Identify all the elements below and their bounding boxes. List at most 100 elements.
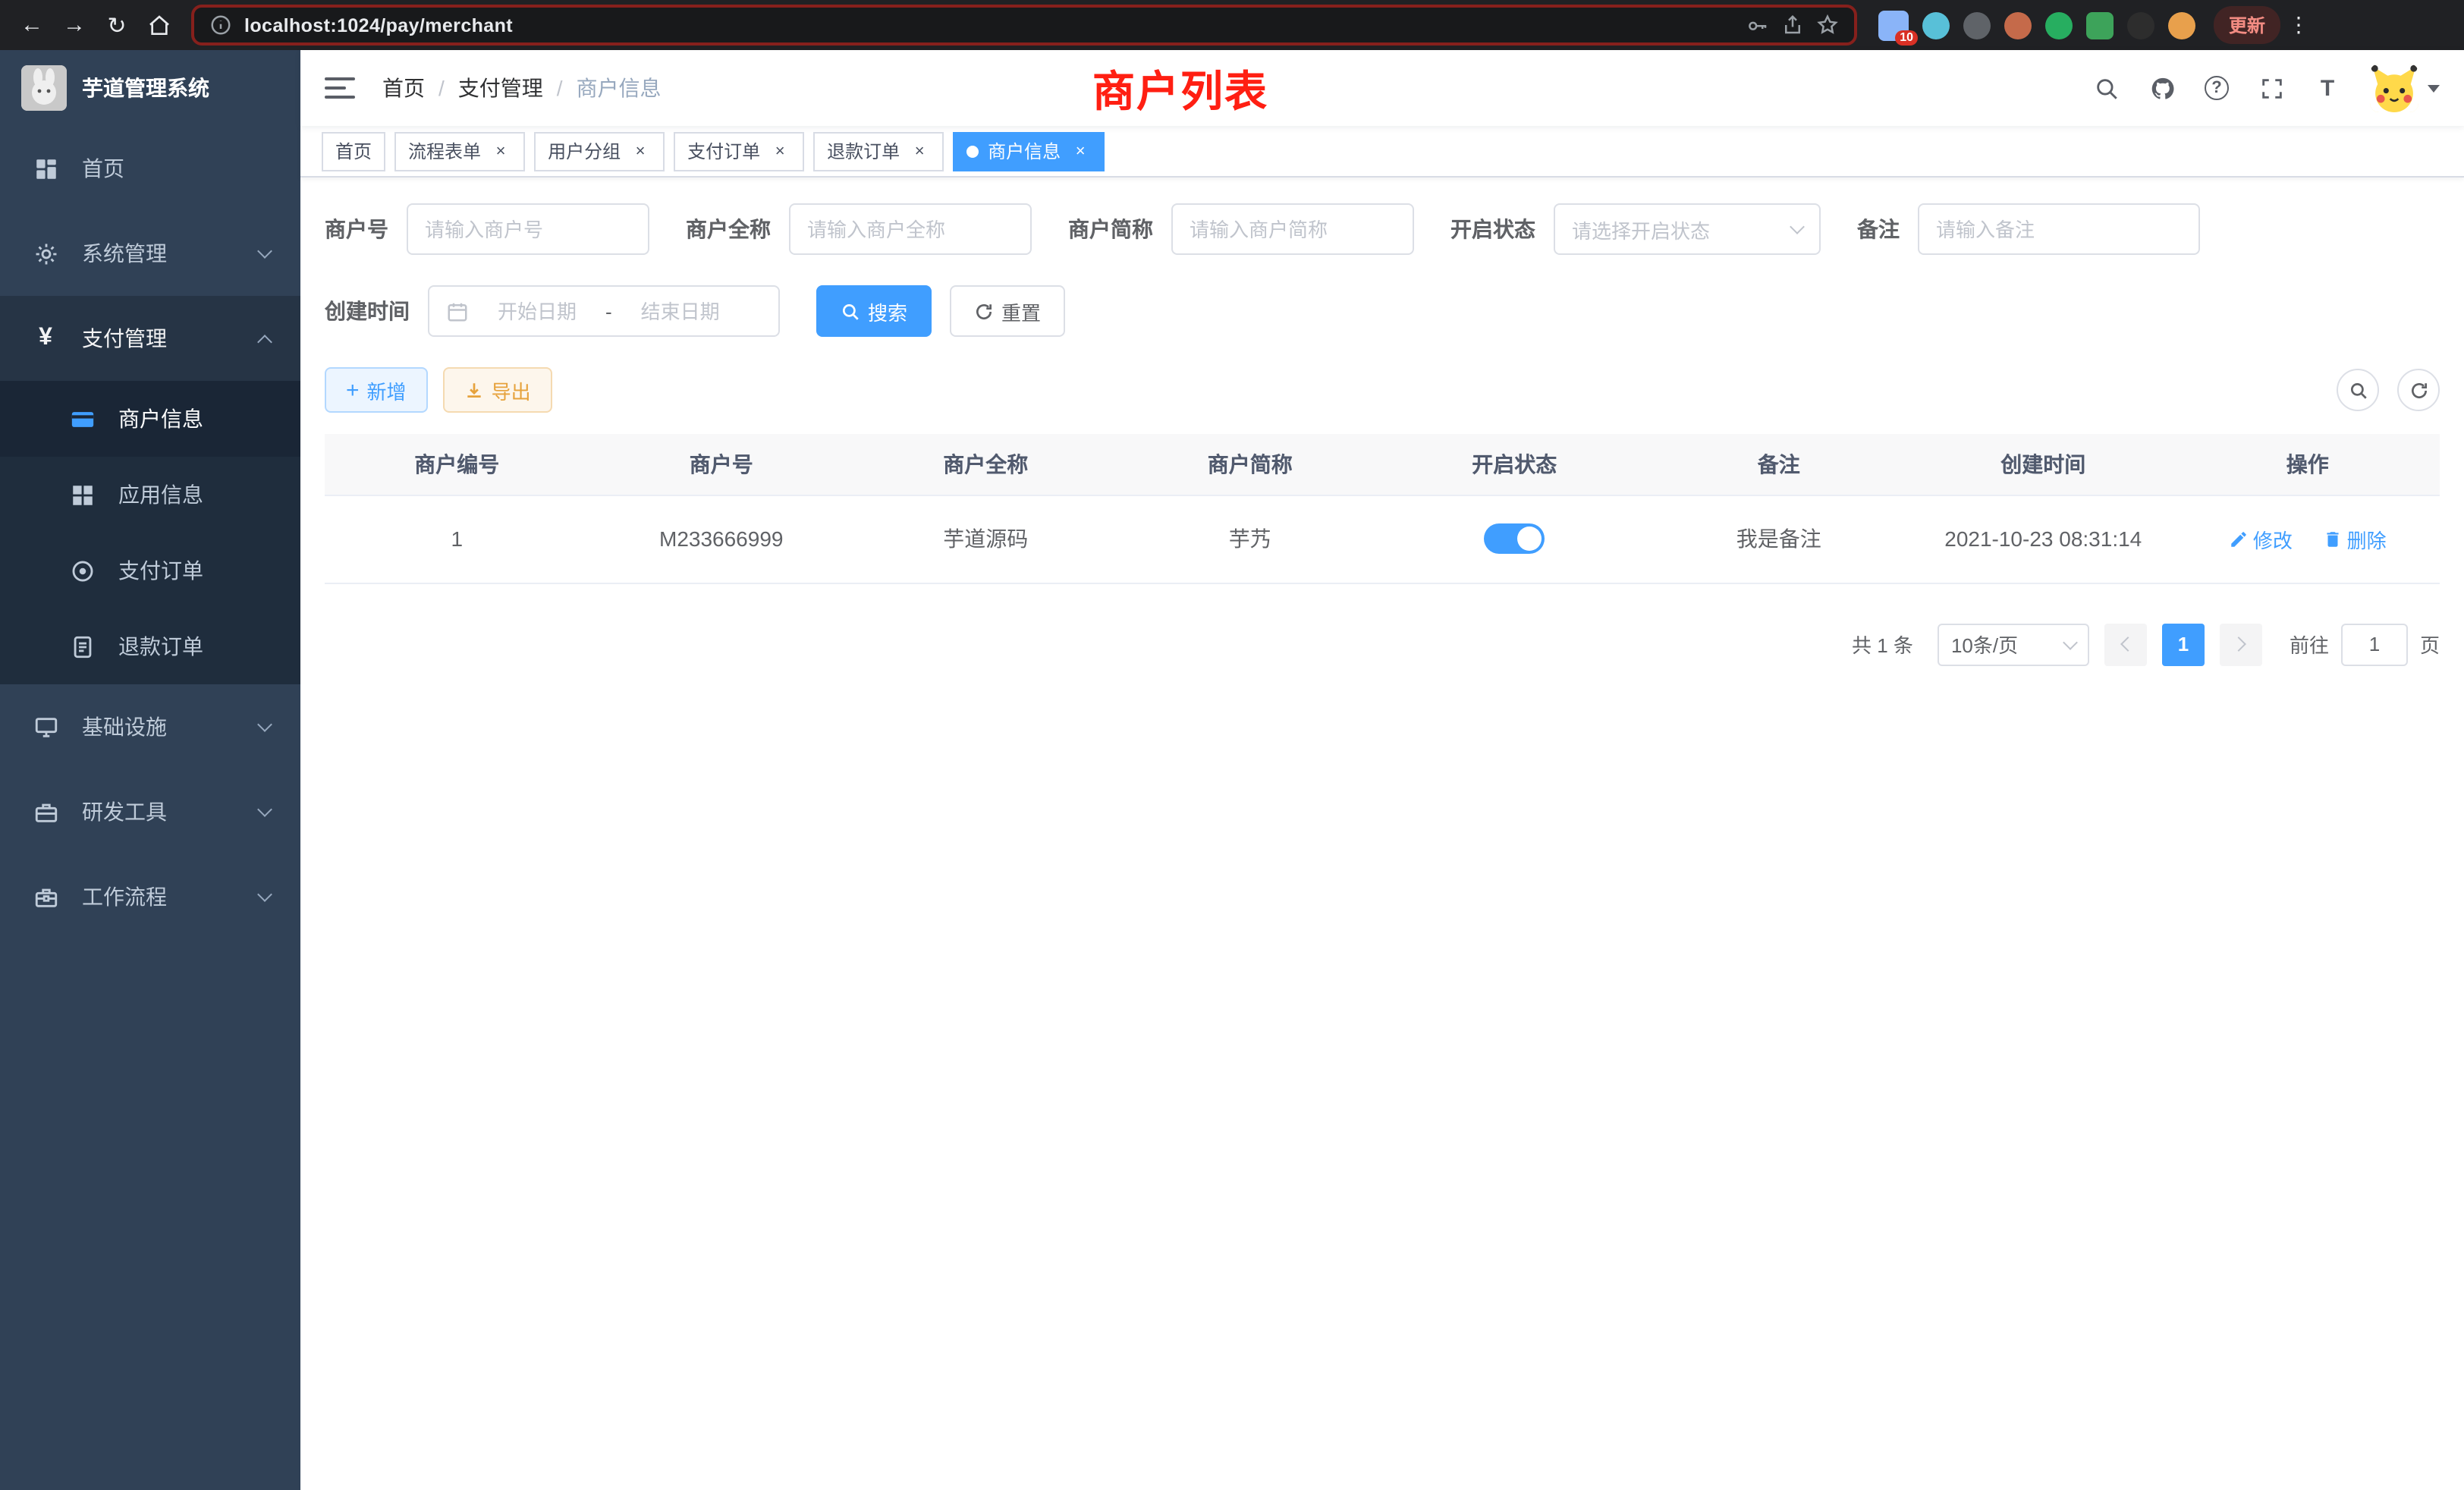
reset-button[interactable]: 重置 [950,285,1065,337]
sidebar-item-home[interactable]: 首页 [0,126,300,211]
sidebar-item-payment[interactable]: ¥ 支付管理 [0,296,300,381]
extension-icon-4[interactable] [2045,11,2073,39]
tab-home[interactable]: 首页 [322,131,385,171]
user-menu[interactable] [2370,64,2440,112]
sidebar-item-label: 系统管理 [82,238,167,269]
cell-created: 2021-10-23 08:31:14 [1911,495,2176,583]
sidebar-item-workflow[interactable]: 工作流程 [0,854,300,939]
edit-link[interactable]: 修改 [2229,524,2293,553]
prev-page-button[interactable] [2104,623,2147,665]
remark-input-wrap [1918,203,2200,255]
status-select[interactable]: 请选择开启状态 [1554,203,1821,255]
close-icon[interactable]: × [490,140,511,162]
delete-link[interactable]: 删除 [2323,524,2387,553]
remark-label: 备注 [1857,214,1900,244]
extension-icon-2[interactable] [1963,11,1991,39]
browser-update-button[interactable]: 更新 [2214,6,2280,44]
fullscreen-icon[interactable] [2258,74,2285,102]
delete-link-label: 删除 [2347,524,2387,553]
merchant-no-input[interactable] [425,218,631,240]
chevron-down-icon [257,887,272,902]
sidebar-item-label: 基础设施 [82,712,167,742]
tab-refund-order[interactable]: 退款订单 × [813,131,944,171]
search-icon[interactable] [2092,74,2120,102]
refresh-table-button[interactable] [2397,369,2440,411]
start-date-input[interactable] [478,300,596,322]
tab-merchant-info[interactable]: 商户信息 × [953,131,1105,171]
goto-page-input[interactable] [2341,623,2408,665]
date-separator: - [605,300,612,322]
browser-menu-button[interactable]: ⋮ [2283,12,2314,38]
search-button[interactable]: 搜索 [816,285,932,337]
sidebar-item-system[interactable]: 系统管理 [0,211,300,296]
profile-avatar-icon[interactable] [2168,11,2195,39]
sidebar-item-infrastructure[interactable]: 基础设施 [0,684,300,769]
sidebar-item-app-info[interactable]: 应用信息 [0,457,300,533]
hamburger-icon[interactable] [325,77,355,99]
end-date-input[interactable] [621,300,740,322]
address-bar[interactable]: localhost:1024/pay/merchant [191,5,1857,46]
status-toggle[interactable] [1484,523,1545,554]
short-name-input[interactable] [1190,218,1396,240]
github-icon[interactable] [2148,74,2176,102]
browser-reload-button[interactable]: ↻ [97,5,137,45]
goto-label: 前往 [2290,630,2329,659]
bookmark-star-icon[interactable] [1816,14,1839,36]
cell-merchant-id: 1 [325,495,589,583]
sidebar-item-merchant-info[interactable]: 商户信息 [0,381,300,457]
browser-home-button[interactable] [140,5,179,45]
close-icon[interactable]: × [630,140,651,162]
next-page-button[interactable] [2220,623,2262,665]
sidebar: 芋道管理系统 首页 系统管理 ¥ 支付管理 [0,50,300,1490]
close-icon[interactable]: × [909,140,930,162]
sidebar-item-devtools[interactable]: 研发工具 [0,769,300,854]
main-panel: 商户列表 首页 / 支付管理 / 商户信息 [300,50,2464,1490]
tab-user-group[interactable]: 用户分组 × [534,131,665,171]
tab-pay-order[interactable]: 支付订单 × [674,131,804,171]
chevron-down-icon [1790,219,1805,234]
sidebar-item-pay-order[interactable]: 支付订单 [0,533,300,608]
close-icon[interactable]: × [769,140,790,162]
create-time-range[interactable]: - [428,285,780,337]
tab-process-form[interactable]: 流程表单 × [394,131,525,171]
sidebar-item-refund-order[interactable]: 退款订单 [0,608,300,684]
col-status: 开启状态 [1382,434,1647,495]
url-text[interactable]: localhost:1024/pay/merchant [244,14,1734,36]
export-button-label: 导出 [492,376,531,404]
remark-input[interactable] [1936,218,2182,240]
search-icon [2348,380,2368,400]
col-full-name: 商户全称 [853,434,1118,495]
top-navbar: 首页 / 支付管理 / 商户信息 ? [300,50,2464,126]
extension-icon-1[interactable] [1922,11,1950,39]
sidebar-logo[interactable]: 芋道管理系统 [0,50,300,126]
breadcrumb-section[interactable]: 支付管理 [458,73,543,103]
close-icon[interactable]: × [1070,140,1091,162]
breadcrumb-home[interactable]: 首页 [382,73,425,103]
page-size-select[interactable]: 10条/页 [1938,623,2089,665]
full-name-input[interactable] [807,218,1014,240]
tab-label: 流程表单 [408,138,481,164]
help-icon[interactable]: ? [2205,76,2229,100]
extension-icon-6[interactable] [2127,11,2154,39]
export-button[interactable]: 导出 [443,367,552,413]
key-icon[interactable] [1746,14,1769,36]
browser-forward-button[interactable]: → [55,5,94,45]
pagination: 共 1 条 10条/页 1 前往 页 [325,623,2440,696]
page-number-button[interactable]: 1 [2162,623,2205,665]
extensions-puzzle-icon[interactable]: 10 [1878,10,1909,40]
filter-row-1: 商户号 商户全称 商户简称 [325,203,2440,255]
font-size-icon[interactable]: T [2314,74,2341,102]
col-merchant-no: 商户号 [589,434,854,495]
pagination-total: 共 1 条 [1852,630,1913,659]
col-short-name: 商户简称 [1118,434,1383,495]
toggle-search-button[interactable] [2337,369,2379,411]
share-icon[interactable] [1781,14,1804,36]
add-button[interactable]: + 新增 [325,367,428,413]
browser-back-button[interactable]: ← [12,5,52,45]
extension-icon-5[interactable] [2086,11,2114,39]
col-remark: 备注 [1647,434,1912,495]
extension-icon-3[interactable] [2004,11,2032,39]
chevron-down-icon [257,717,272,732]
cell-short-name: 芋艿 [1118,495,1383,583]
merchant-no-input-wrap [407,203,649,255]
